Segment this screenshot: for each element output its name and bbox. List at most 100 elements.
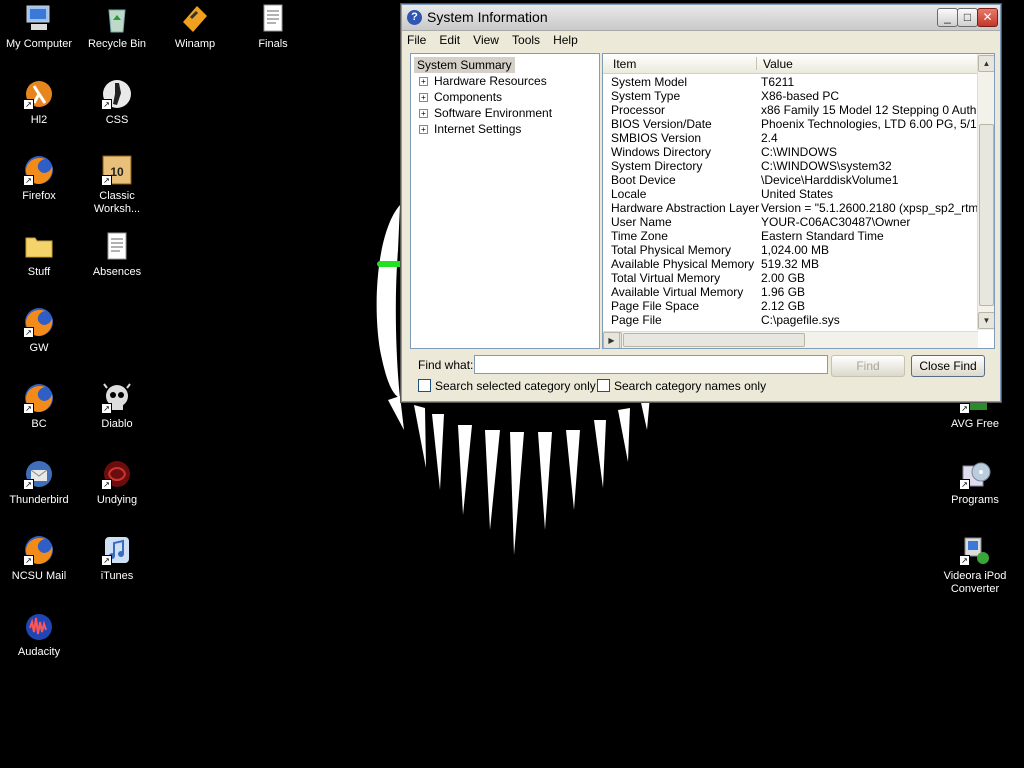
column-header-item[interactable]: Item — [613, 57, 636, 71]
close-button[interactable]: ✕ — [977, 8, 998, 27]
checkbox-box[interactable] — [418, 379, 431, 392]
list-row[interactable]: System Type X86-based PC — [603, 89, 978, 103]
desktop-icon[interactable]: ↗ GW — [0, 306, 78, 355]
desktop-icon[interactable]: ↗ Hl2 — [0, 78, 78, 127]
tree-item-components[interactable]: + Components — [419, 90, 502, 104]
list-header: Item Value — [603, 54, 978, 74]
column-divider[interactable] — [756, 57, 757, 70]
desktop-icon[interactable]: My Computer — [0, 2, 78, 51]
maximize-button[interactable]: □ — [957, 8, 978, 27]
list-row[interactable]: Page File C:\pagefile.sys — [603, 313, 978, 327]
find-button[interactable]: Find — [831, 355, 905, 377]
list-row[interactable]: Available Virtual Memory 1.96 GB — [603, 285, 978, 299]
list-row[interactable]: Time Zone Eastern Standard Time — [603, 229, 978, 243]
tree-item-internet-settings[interactable]: + Internet Settings — [419, 122, 521, 136]
expand-icon[interactable]: + — [419, 93, 428, 102]
search-category-names-checkbox[interactable]: Search category names only — [597, 379, 766, 393]
list-row[interactable]: Page File Space 2.12 GB — [603, 299, 978, 313]
column-header-value[interactable]: Value — [763, 57, 793, 71]
half-life-icon: ↗ — [23, 78, 55, 110]
desktop-icon[interactable]: Finals — [234, 2, 312, 51]
list-row[interactable]: BIOS Version/Date Phoenix Technologies, L… — [603, 117, 978, 131]
desktop-icon[interactable]: Absences — [78, 230, 156, 279]
row-item-name: Time Zone — [611, 229, 668, 243]
vertical-scroll-thumb[interactable] — [979, 124, 994, 306]
checkbox-box[interactable] — [597, 379, 610, 392]
tree-item-system-summary[interactable]: System Summary — [414, 57, 515, 73]
menu-help[interactable]: Help — [548, 31, 583, 47]
desktop-icon[interactable]: Winamp — [156, 2, 234, 51]
desktop-icon[interactable]: ↗ NCSU Mail — [0, 534, 78, 583]
close-find-button[interactable]: Close Find — [911, 355, 985, 377]
shortcut-arrow-icon: ↗ — [101, 99, 112, 110]
tree-item-software-environment[interactable]: + Software Environment — [419, 106, 552, 120]
videora-icon: ↗ — [959, 534, 991, 566]
list-row[interactable]: SMBIOS Version 2.4 — [603, 131, 978, 145]
expand-icon[interactable]: + — [419, 77, 428, 86]
firefox-icon: ↗ — [23, 306, 55, 338]
list-row[interactable]: Available Physical Memory 519.32 MB — [603, 257, 978, 271]
desktop-icon[interactable]: ↗ Videora iPod Converter — [936, 534, 1014, 596]
tree-item-label: Internet Settings — [434, 122, 522, 136]
list-row[interactable]: System Model T6211 — [603, 75, 978, 89]
firefox-icon: ↗ — [23, 382, 55, 414]
horizontal-scroll-thumb[interactable] — [623, 333, 805, 347]
desktop-icon[interactable]: Recycle Bin — [78, 2, 156, 51]
desktop-icon[interactable]: Audacity — [0, 610, 78, 659]
list-row[interactable]: Windows Directory C:\WINDOWS — [603, 145, 978, 159]
desktop-icon-label: My Computer — [5, 38, 73, 50]
desktop-icon-label: Diablo — [101, 418, 133, 430]
search-selected-category-checkbox[interactable]: Search selected category only — [418, 379, 596, 393]
desktop-icon[interactable]: ↗ Programs — [936, 458, 1014, 507]
list-row[interactable]: System Directory C:\WINDOWS\system32 — [603, 159, 978, 173]
desktop-icon[interactable]: ↗ iTunes — [78, 534, 156, 583]
list-row[interactable]: Total Virtual Memory 2.00 GB — [603, 271, 978, 285]
menu-file[interactable]: File — [402, 31, 431, 47]
list-row[interactable]: Processor x86 Family 15 Model 12 Stepping… — [603, 103, 978, 117]
menu-tools[interactable]: Tools — [507, 31, 545, 47]
menu-view[interactable]: View — [468, 31, 504, 47]
desktop-icon[interactable]: ↗ Undying — [78, 458, 156, 507]
list-row[interactable]: Hardware Abstraction Layer Version = "5.1… — [603, 201, 978, 215]
shortcut-arrow-icon: ↗ — [101, 555, 112, 566]
list-row[interactable]: User Name YOUR-C06AC30487\Owner — [603, 215, 978, 229]
shortcut-arrow-icon: ↗ — [23, 555, 34, 566]
expand-icon[interactable]: + — [419, 125, 428, 134]
row-item-value: 1,024.00 MB — [761, 243, 830, 257]
horizontal-scrollbar[interactable]: ◀ ▶ — [603, 331, 978, 348]
list-row[interactable]: Locale United States — [603, 187, 978, 201]
title-bar[interactable]: ? System Information _ □ ✕ — [402, 5, 1000, 31]
desktop-icon-label: Audacity — [17, 646, 61, 658]
row-item-name: Processor — [611, 103, 666, 117]
system-information-window: ? System Information _ □ ✕ File Edit Vie… — [401, 4, 1001, 402]
folder-icon — [23, 230, 55, 262]
desktop-icon[interactable]: ↗ Diablo — [78, 382, 156, 431]
row-item-value: C:\WINDOWS — [761, 145, 837, 159]
scroll-down-icon[interactable]: ▼ — [978, 312, 994, 329]
winamp-icon — [179, 2, 211, 34]
find-input[interactable] — [474, 355, 828, 374]
tree-item-hardware-resources[interactable]: + Hardware Resources — [419, 74, 547, 88]
scroll-right-icon[interactable]: ▶ — [603, 332, 620, 348]
tree-item-label: Hardware Resources — [434, 74, 547, 88]
shortcut-arrow-icon: ↗ — [23, 479, 34, 490]
menu-edit[interactable]: Edit — [434, 31, 465, 47]
desktop-icon[interactable]: ↗ CSS — [78, 78, 156, 127]
desktop-icon[interactable]: ↗ Thunderbird — [0, 458, 78, 507]
desktop-icon[interactable]: ↗ BC — [0, 382, 78, 431]
desktop-icon[interactable]: ↗ Firefox — [0, 154, 78, 203]
list-row[interactable]: Boot Device \Device\HarddiskVolume1 — [603, 173, 978, 187]
vertical-scrollbar[interactable]: ▲ ▼ — [977, 54, 994, 330]
scroll-up-icon[interactable]: ▲ — [978, 55, 994, 72]
row-item-name: System Type — [611, 89, 681, 103]
desktop-icon[interactable]: 10 ↗ Classic Worksh... — [78, 154, 156, 216]
desktop-icon-label: AVG Free — [950, 418, 1000, 430]
minimize-button[interactable]: _ — [937, 8, 958, 27]
row-item-name: SMBIOS Version — [611, 131, 702, 145]
expand-icon[interactable]: + — [419, 109, 428, 118]
desktop-icon-label: Finals — [258, 38, 288, 50]
list-row[interactable]: Total Physical Memory 1,024.00 MB — [603, 243, 978, 257]
desktop-icon[interactable]: Stuff — [0, 230, 78, 279]
row-item-value: 519.32 MB — [761, 257, 820, 271]
find-what-label: Find what: — [418, 358, 474, 372]
